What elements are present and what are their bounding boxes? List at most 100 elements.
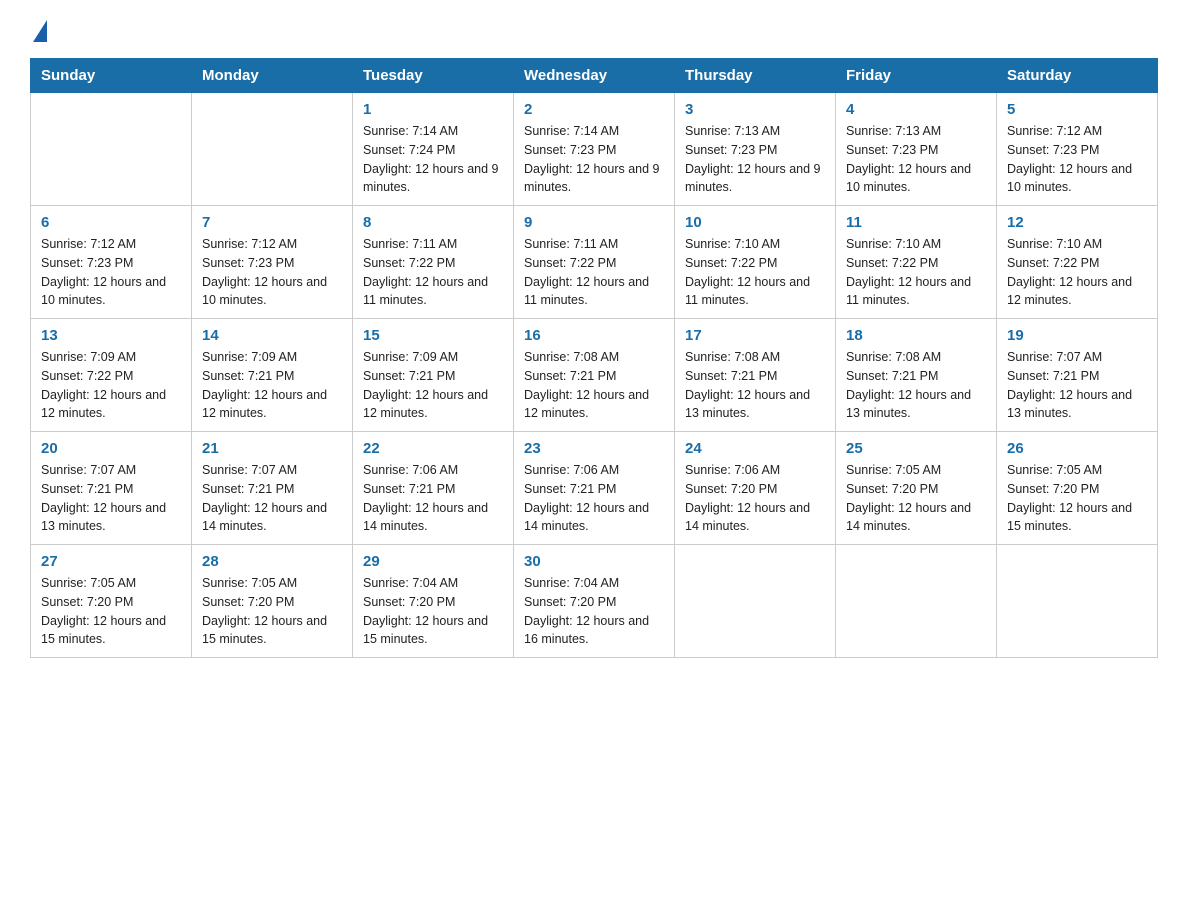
calendar-week-row: 1 Sunrise: 7:14 AMSunset: 7:24 PMDaylight… (31, 93, 1158, 206)
day-number: 25 (846, 440, 986, 457)
day-number: 14 (202, 327, 342, 344)
day-number: 2 (524, 101, 664, 118)
day-number: 23 (524, 440, 664, 457)
day-of-week-header: Thursday (675, 59, 836, 93)
day-number: 20 (41, 440, 181, 457)
calendar-cell: 1 Sunrise: 7:14 AMSunset: 7:24 PMDaylight… (353, 93, 514, 206)
day-of-week-header: Tuesday (353, 59, 514, 93)
day-number: 7 (202, 214, 342, 231)
calendar-cell: 3 Sunrise: 7:13 AMSunset: 7:23 PMDaylight… (675, 93, 836, 206)
calendar-cell: 17 Sunrise: 7:08 AMSunset: 7:21 PMDayligh… (675, 319, 836, 432)
logo-triangle-icon (33, 20, 47, 42)
day-info: Sunrise: 7:05 AMSunset: 7:20 PMDaylight:… (1007, 461, 1147, 536)
calendar-week-row: 13 Sunrise: 7:09 AMSunset: 7:22 PMDayligh… (31, 319, 1158, 432)
day-number: 9 (524, 214, 664, 231)
day-info: Sunrise: 7:14 AMSunset: 7:23 PMDaylight:… (524, 122, 664, 197)
calendar-cell: 12Sunrise: 7:10 AMSunset: 7:22 PMDayligh… (997, 206, 1158, 319)
day-info: Sunrise: 7:05 AMSunset: 7:20 PMDaylight:… (202, 574, 342, 649)
day-number: 27 (41, 553, 181, 570)
day-number: 24 (685, 440, 825, 457)
day-number: 8 (363, 214, 503, 231)
calendar-table: SundayMondayTuesdayWednesdayThursdayFrid… (30, 58, 1158, 658)
days-of-week-row: SundayMondayTuesdayWednesdayThursdayFrid… (31, 59, 1158, 93)
day-number: 1 (363, 101, 503, 118)
day-info: Sunrise: 7:11 AMSunset: 7:22 PMDaylight:… (363, 235, 503, 310)
calendar-cell: 22Sunrise: 7:06 AMSunset: 7:21 PMDayligh… (353, 432, 514, 545)
day-number: 18 (846, 327, 986, 344)
day-number: 19 (1007, 327, 1147, 344)
day-number: 11 (846, 214, 986, 231)
calendar-cell: 14 Sunrise: 7:09 AMSunset: 7:21 PMDayligh… (192, 319, 353, 432)
day-info: Sunrise: 7:04 AMSunset: 7:20 PMDaylight:… (524, 574, 664, 649)
day-of-week-header: Sunday (31, 59, 192, 93)
day-info: Sunrise: 7:11 AMSunset: 7:22 PMDaylight:… (524, 235, 664, 310)
day-number: 16 (524, 327, 664, 344)
day-info: Sunrise: 7:13 AMSunset: 7:23 PMDaylight:… (846, 122, 986, 197)
day-number: 17 (685, 327, 825, 344)
calendar-week-row: 20 Sunrise: 7:07 AMSunset: 7:21 PMDayligh… (31, 432, 1158, 545)
logo (30, 20, 47, 40)
day-number: 5 (1007, 101, 1147, 118)
day-number: 30 (524, 553, 664, 570)
calendar-cell: 8 Sunrise: 7:11 AMSunset: 7:22 PMDaylight… (353, 206, 514, 319)
calendar-cell: 19 Sunrise: 7:07 AMSunset: 7:21 PMDayligh… (997, 319, 1158, 432)
calendar-cell: 5Sunrise: 7:12 AMSunset: 7:23 PMDaylight… (997, 93, 1158, 206)
day-info: Sunrise: 7:08 AMSunset: 7:21 PMDaylight:… (524, 348, 664, 423)
day-info: Sunrise: 7:09 AMSunset: 7:22 PMDaylight:… (41, 348, 181, 423)
calendar-cell: 10Sunrise: 7:10 AMSunset: 7:22 PMDayligh… (675, 206, 836, 319)
day-number: 4 (846, 101, 986, 118)
day-info: Sunrise: 7:07 AMSunset: 7:21 PMDaylight:… (41, 461, 181, 536)
calendar-body: 1 Sunrise: 7:14 AMSunset: 7:24 PMDaylight… (31, 93, 1158, 658)
calendar-cell: 27 Sunrise: 7:05 AMSunset: 7:20 PMDayligh… (31, 545, 192, 658)
day-info: Sunrise: 7:12 AMSunset: 7:23 PMDaylight:… (202, 235, 342, 310)
day-info: Sunrise: 7:07 AMSunset: 7:21 PMDaylight:… (202, 461, 342, 536)
day-number: 26 (1007, 440, 1147, 457)
calendar-cell (675, 545, 836, 658)
calendar-cell: 16 Sunrise: 7:08 AMSunset: 7:21 PMDayligh… (514, 319, 675, 432)
calendar-cell (997, 545, 1158, 658)
day-info: Sunrise: 7:13 AMSunset: 7:23 PMDaylight:… (685, 122, 825, 197)
calendar-cell: 25 Sunrise: 7:05 AMSunset: 7:20 PMDayligh… (836, 432, 997, 545)
calendar-cell (192, 93, 353, 206)
day-info: Sunrise: 7:06 AMSunset: 7:20 PMDaylight:… (685, 461, 825, 536)
calendar-cell: 24 Sunrise: 7:06 AMSunset: 7:20 PMDayligh… (675, 432, 836, 545)
calendar-cell: 23 Sunrise: 7:06 AMSunset: 7:21 PMDayligh… (514, 432, 675, 545)
calendar-cell: 2 Sunrise: 7:14 AMSunset: 7:23 PMDaylight… (514, 93, 675, 206)
day-info: Sunrise: 7:07 AMSunset: 7:21 PMDaylight:… (1007, 348, 1147, 423)
day-info: Sunrise: 7:08 AMSunset: 7:21 PMDaylight:… (685, 348, 825, 423)
day-number: 13 (41, 327, 181, 344)
day-info: Sunrise: 7:05 AMSunset: 7:20 PMDaylight:… (846, 461, 986, 536)
day-number: 15 (363, 327, 503, 344)
day-number: 29 (363, 553, 503, 570)
day-info: Sunrise: 7:09 AMSunset: 7:21 PMDaylight:… (363, 348, 503, 423)
day-info: Sunrise: 7:09 AMSunset: 7:21 PMDaylight:… (202, 348, 342, 423)
day-number: 3 (685, 101, 825, 118)
page-header (30, 20, 1158, 40)
calendar-week-row: 27 Sunrise: 7:05 AMSunset: 7:20 PMDayligh… (31, 545, 1158, 658)
calendar-cell: 4 Sunrise: 7:13 AMSunset: 7:23 PMDaylight… (836, 93, 997, 206)
calendar-cell: 13 Sunrise: 7:09 AMSunset: 7:22 PMDayligh… (31, 319, 192, 432)
day-number: 6 (41, 214, 181, 231)
calendar-cell: 29 Sunrise: 7:04 AMSunset: 7:20 PMDayligh… (353, 545, 514, 658)
calendar-cell: 7 Sunrise: 7:12 AMSunset: 7:23 PMDaylight… (192, 206, 353, 319)
calendar-cell: 21 Sunrise: 7:07 AMSunset: 7:21 PMDayligh… (192, 432, 353, 545)
day-info: Sunrise: 7:05 AMSunset: 7:20 PMDaylight:… (41, 574, 181, 649)
calendar-cell: 30 Sunrise: 7:04 AMSunset: 7:20 PMDayligh… (514, 545, 675, 658)
calendar-header: SundayMondayTuesdayWednesdayThursdayFrid… (31, 59, 1158, 93)
calendar-cell (31, 93, 192, 206)
calendar-cell: 20 Sunrise: 7:07 AMSunset: 7:21 PMDayligh… (31, 432, 192, 545)
calendar-cell: 6 Sunrise: 7:12 AMSunset: 7:23 PMDaylight… (31, 206, 192, 319)
day-info: Sunrise: 7:08 AMSunset: 7:21 PMDaylight:… (846, 348, 986, 423)
day-info: Sunrise: 7:06 AMSunset: 7:21 PMDaylight:… (524, 461, 664, 536)
day-info: Sunrise: 7:12 AMSunset: 7:23 PMDaylight:… (41, 235, 181, 310)
day-info: Sunrise: 7:14 AMSunset: 7:24 PMDaylight:… (363, 122, 503, 197)
calendar-cell: 18 Sunrise: 7:08 AMSunset: 7:21 PMDayligh… (836, 319, 997, 432)
day-of-week-header: Wednesday (514, 59, 675, 93)
day-info: Sunrise: 7:04 AMSunset: 7:20 PMDaylight:… (363, 574, 503, 649)
day-number: 28 (202, 553, 342, 570)
calendar-week-row: 6 Sunrise: 7:12 AMSunset: 7:23 PMDaylight… (31, 206, 1158, 319)
day-number: 21 (202, 440, 342, 457)
calendar-cell (836, 545, 997, 658)
day-number: 12 (1007, 214, 1147, 231)
day-number: 10 (685, 214, 825, 231)
